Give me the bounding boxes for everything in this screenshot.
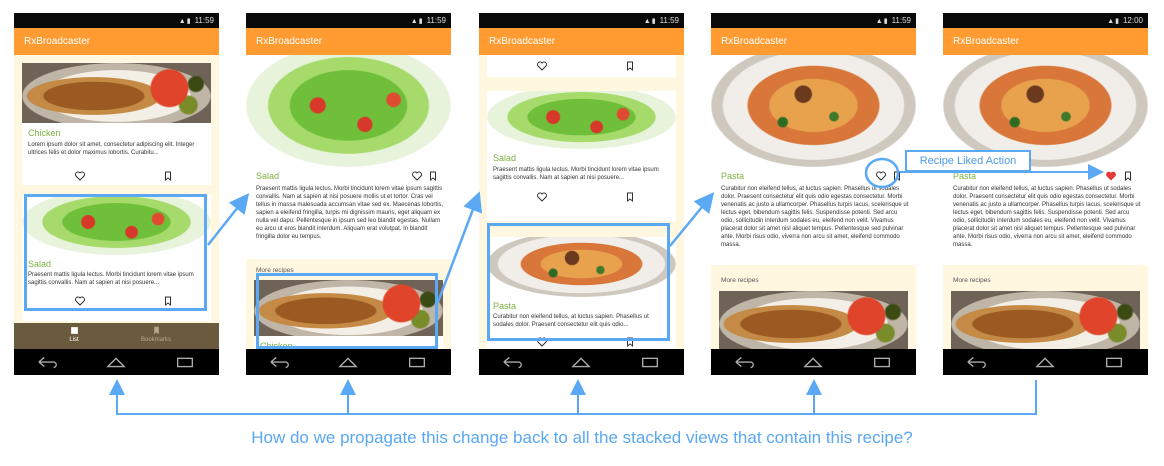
arrow-to-screen-2 (207, 193, 250, 246)
arrows-overlay (109, 164, 1104, 415)
diagram-caption: How do we propagate this change back to … (251, 428, 913, 447)
arrow-to-screen-4 (669, 192, 715, 247)
arrow-to-screen-3 (436, 191, 483, 303)
propagation-bracket (109, 379, 1037, 415)
navigation-arrows (207, 191, 715, 303)
